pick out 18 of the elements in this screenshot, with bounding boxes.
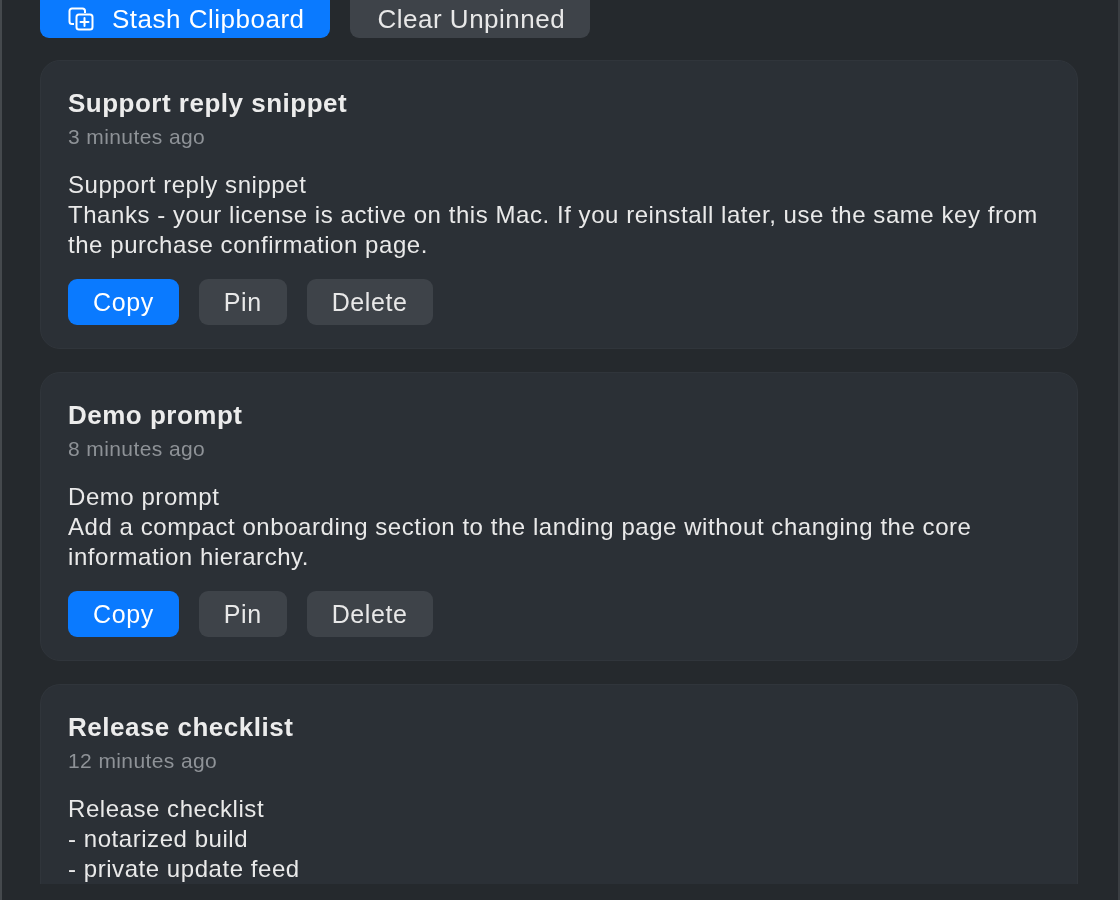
clip-timestamp: 8 minutes ago: [68, 436, 207, 461]
clip-title: Demo prompt: [68, 400, 244, 430]
clip-content: Release checklist - notarized build - private update feed: [68, 794, 301, 884]
clip-content: Demo prompt Add a compact onboarding section to the landing page without changing the core information hierarchy.: [68, 482, 973, 572]
clip-timestamp: 3 minutes ago: [68, 124, 207, 149]
toolbar-button[interactable]: Stash Clipboard: [40, 0, 330, 38]
action-button[interactable]: Delete: [306, 279, 433, 325]
action-button[interactable]: Pin: [198, 279, 287, 325]
action-button[interactable]: Copy: [68, 591, 179, 637]
toolbar-button[interactable]: Clear Unpinned: [349, 0, 591, 38]
action-button[interactable]: Pin: [198, 591, 287, 637]
clip-content: Support reply snippet Thanks - your license is active on this Mac. If you reinstall later, use the same key from the purchase confirmation page.: [68, 170, 1039, 260]
clip-title: Release checklist: [68, 712, 295, 742]
action-button[interactable]: Delete: [306, 591, 433, 637]
clip-timestamp: 12 minutes ago: [68, 748, 219, 773]
stacked-squares-plus-icon: [68, 7, 94, 31]
clip-title: Support reply snippet: [68, 88, 349, 118]
action-button[interactable]: Copy: [68, 279, 179, 325]
